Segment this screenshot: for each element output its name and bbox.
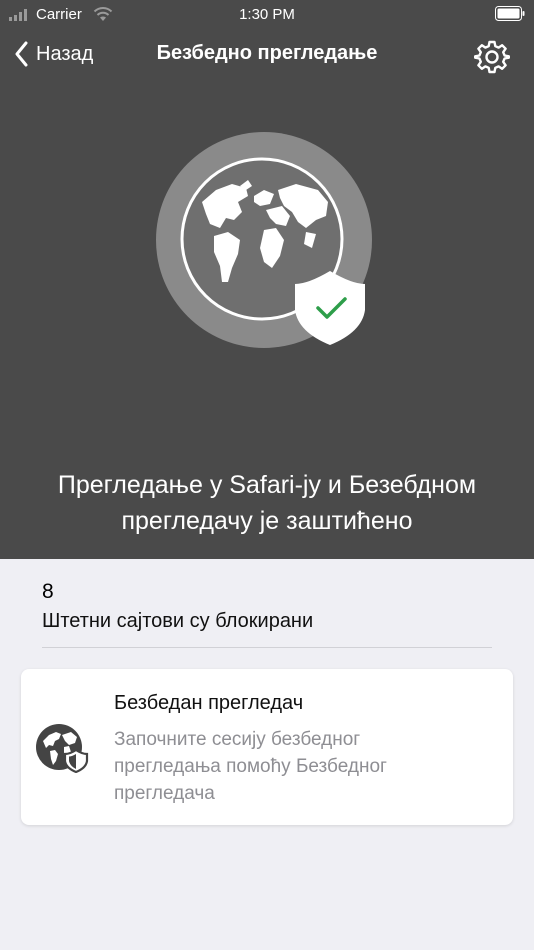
status-bar: Carrier 1:30 PM	[0, 0, 534, 28]
status-time: 1:30 PM	[239, 6, 295, 23]
hero-section: Carrier 1:30 PM Назад Безбедно прегледањ…	[0, 0, 534, 559]
navigation-bar: Назад Безбедно прегледање	[0, 28, 534, 80]
gear-icon[interactable]	[474, 38, 510, 74]
blocked-count: 8	[42, 580, 54, 603]
blocked-sites-stat: 8 Штетни сајтови су блокирани	[42, 580, 492, 633]
secure-browser-card[interactable]: Безбедан прегледач Започните сесију безб…	[21, 669, 513, 825]
globe-shield-icon	[36, 724, 89, 773]
divider	[42, 647, 492, 648]
battery-icon	[495, 6, 525, 21]
protection-status-message: Прегледање у Safari-ју и Безебдном прегл…	[57, 471, 477, 535]
globe-shield-icon	[156, 132, 372, 348]
page-title: Безбедно прегледање	[156, 42, 378, 64]
card-title: Безбедан прегледач	[114, 692, 304, 714]
blocked-label: Штетни сајтови су блокирани	[42, 610, 314, 632]
card-description: Започните сесију безбедног прегледања по…	[114, 729, 387, 804]
